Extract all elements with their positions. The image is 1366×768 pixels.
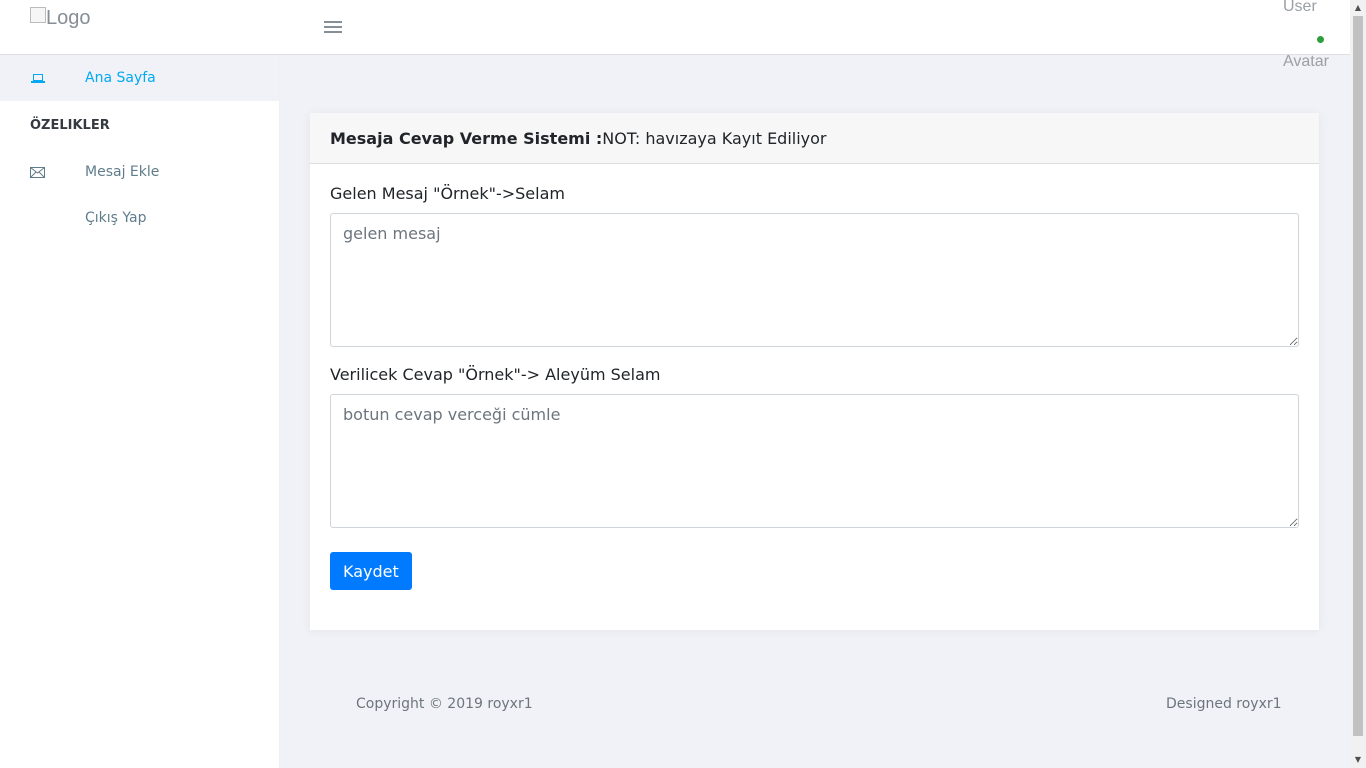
avatar[interactable]: Avatar: [1283, 53, 1329, 71]
scroll-up-arrow-icon[interactable]: ▲: [1350, 0, 1366, 16]
scroll-down-arrow-icon[interactable]: ▼: [1350, 752, 1366, 768]
user-menu[interactable]: User Avatar: [1246, 0, 1366, 80]
footer-copyright: Copyright © 2019 royxr1: [356, 696, 533, 712]
sidebar-item-label: Mesaj Ekle: [85, 164, 160, 180]
hamburger-icon-bar: [324, 31, 342, 33]
incoming-message-textarea[interactable]: [330, 213, 1299, 347]
sidebar-item-add-message[interactable]: Mesaj Ekle: [0, 149, 279, 195]
card-title: Mesaja Cevap Verme Sistemi :: [330, 128, 603, 148]
top-bar: Logo: [0, 0, 1350, 55]
message-reply-card: Mesaja Cevap Verme Sistemi : NOT: havıza…: [310, 113, 1319, 630]
sidebar-item-home[interactable]: Ana Sayfa: [0, 55, 279, 101]
card-header: Mesaja Cevap Verme Sistemi : NOT: havıza…: [310, 113, 1319, 164]
online-status-dot: [1317, 36, 1324, 43]
card-title-note: NOT: havızaya Kayıt Ediliyor: [602, 128, 827, 148]
footer-designed-by: Designed royxr1: [1166, 696, 1282, 712]
save-button[interactable]: Kaydet: [330, 552, 412, 590]
hamburger-icon-bar: [324, 26, 342, 28]
sidebar-item-label: Ana Sayfa: [85, 70, 156, 86]
sidebar-item-logout[interactable]: Çıkış Yap: [0, 195, 279, 241]
sidebar-section-heading: ÖZELIKLER: [30, 117, 110, 133]
sidebar-item-label: Çıkış Yap: [85, 210, 147, 226]
laptop-icon: [31, 74, 45, 83]
menu-toggle-button[interactable]: [324, 18, 342, 36]
logo[interactable]: Logo: [30, 7, 91, 37]
sidebar: Ana Sayfa ÖZELIKLER Mesaj Ekle Çıkış Yap: [0, 55, 280, 768]
vertical-scrollbar[interactable]: ▲ ▼: [1350, 0, 1366, 768]
card-body: Gelen Mesaj "Örnek"->Selam Verilicek Cev…: [310, 164, 1319, 590]
incoming-message-label: Gelen Mesaj "Örnek"->Selam: [330, 184, 565, 203]
scrollbar-thumb[interactable]: [1353, 16, 1363, 736]
reply-textarea[interactable]: [330, 394, 1299, 528]
mail-icon: [30, 167, 45, 178]
user-label: User: [1283, 0, 1317, 15]
broken-image-icon: [30, 7, 46, 23]
reply-label: Verilicek Cevap "Örnek"-> Aleyüm Selam: [330, 365, 661, 384]
logo-alt-text: Logo: [46, 7, 91, 29]
hamburger-icon: [324, 21, 342, 23]
